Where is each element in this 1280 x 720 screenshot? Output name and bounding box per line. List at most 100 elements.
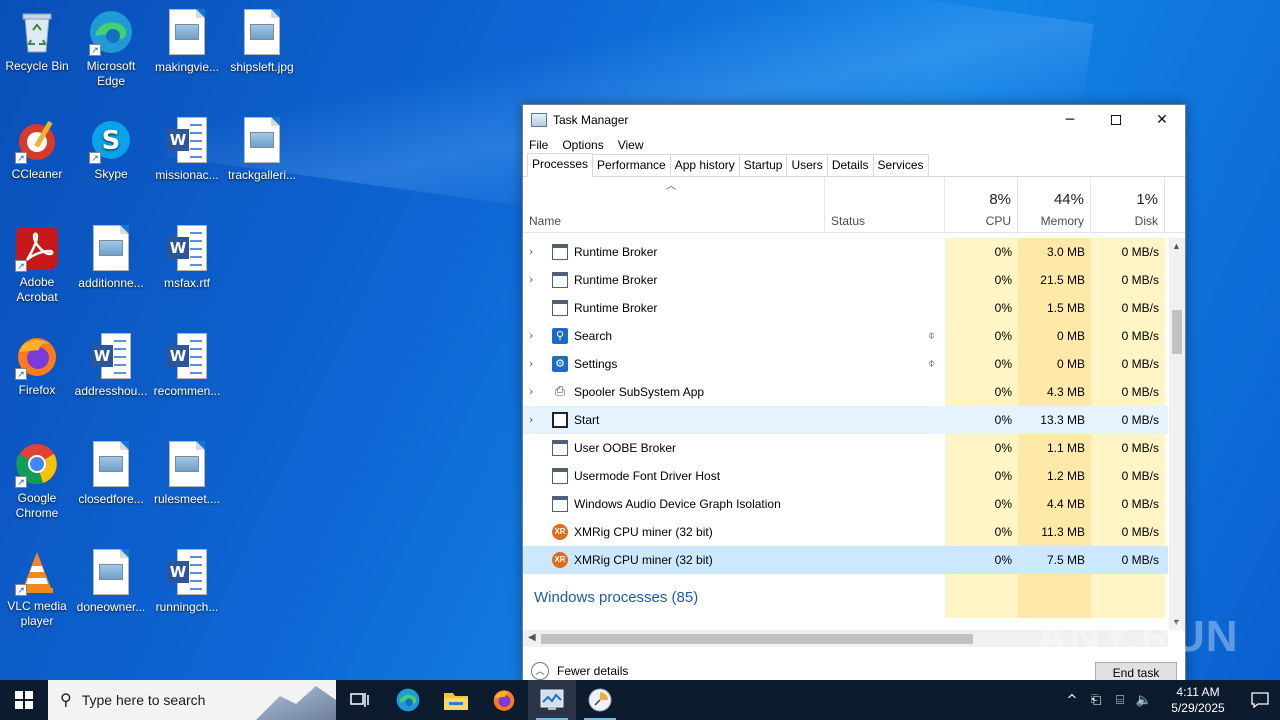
table-row[interactable]: User OOBE Broker 0% 1.1 MB 0 MB/s	[523, 434, 1168, 462]
taskbar-search[interactable]: ⚲ Type here to search	[48, 680, 336, 720]
desktop-icon-label: closedfore...	[78, 492, 144, 506]
expand-chevron-icon[interactable]: ›	[529, 413, 533, 426]
desktop-icon-file[interactable]: makingvie...	[150, 8, 224, 75]
desktop-icon-acrobat[interactable]: ↗ Adobe Acrobat	[0, 224, 74, 305]
task-manager-icon	[540, 689, 564, 710]
desktop-icon-recycle-bin[interactable]: Recycle Bin	[0, 8, 74, 74]
table-row[interactable]: › Runtime Broker 0% 3.0 MB 0 MB/s	[523, 238, 1168, 266]
desktop-icon-label: rulesmeet....	[153, 492, 221, 506]
memory-total: 44%	[1053, 191, 1084, 208]
title-bar[interactable]: Task Manager ─ ✕	[523, 105, 1185, 135]
notification-center-button[interactable]	[1240, 680, 1280, 720]
tab-app-history[interactable]: App history	[669, 154, 740, 176]
suspended-leaf-icon: ⌽	[928, 328, 936, 342]
desktop-icon-file[interactable]: trackgalleri...	[225, 116, 299, 183]
desktop-icon-file[interactable]: shipsleft.jpg	[225, 8, 299, 75]
column-name-label: Name	[529, 214, 562, 228]
column-status[interactable]: Status	[825, 177, 945, 233]
cpu-cell: 0%	[945, 406, 1018, 434]
desktop-icon-ccleaner[interactable]: ↗ CCleaner	[0, 116, 74, 182]
tab-startup[interactable]: Startup	[738, 154, 788, 176]
desktop-icon-word-doc[interactable]: W missionac...	[150, 116, 224, 183]
menu-view[interactable]: View	[618, 138, 644, 152]
task-view-button[interactable]	[336, 680, 384, 720]
memory-cell: 21.5 MB	[1018, 266, 1091, 294]
tab-processes[interactable]: Processes	[527, 153, 594, 177]
desktop-icon-firefox[interactable]: ↗ Firefox	[0, 332, 74, 398]
volume-icon[interactable]: 🔈	[1132, 693, 1156, 708]
desktop-icon-chrome[interactable]: ↗ Google Chrome	[0, 440, 74, 521]
xmrig-icon: XR	[552, 552, 568, 568]
taskbar-task-manager[interactable]	[528, 680, 576, 720]
tab-performance[interactable]: Performance	[592, 154, 671, 176]
start-button[interactable]	[0, 680, 48, 720]
desktop-icon-file[interactable]: doneowner...	[74, 548, 148, 615]
disk-total: 1%	[1136, 191, 1158, 208]
group-label: Windows processes (85)	[534, 589, 699, 606]
desktop-icon-vlc[interactable]: ↗ VLC media player	[0, 548, 74, 629]
table-row-selected[interactable]: XR XMRig CPU miner (32 bit) 0% 7.5 MB 0 …	[523, 546, 1168, 574]
desktop-icon-file[interactable]: rulesmeet....	[150, 440, 224, 507]
minimize-button[interactable]: ─	[1047, 105, 1093, 135]
column-disk[interactable]: 1% Disk	[1091, 177, 1165, 233]
tab-users[interactable]: Users	[786, 154, 828, 176]
process-name: Runtime Broker	[574, 273, 658, 287]
desktop-icon-word-doc[interactable]: W addresshou...	[74, 332, 148, 399]
table-row[interactable]: › ⚲ Search ⌽ 0% 0 MB 0 MB/s	[523, 322, 1168, 350]
menu-file[interactable]: File	[529, 138, 548, 152]
table-row[interactable]: Windows Audio Device Graph Isolation 0% …	[523, 490, 1168, 518]
table-row[interactable]: › Runtime Broker 0% 21.5 MB 0 MB/s	[523, 266, 1168, 294]
fewer-details-button[interactable]: ︿ Fewer details	[531, 662, 628, 680]
expand-chevron-icon[interactable]: ›	[529, 329, 533, 342]
column-disk-label: Disk	[1134, 214, 1158, 228]
table-row[interactable]: Runtime Broker 0% 1.5 MB 0 MB/s	[523, 294, 1168, 322]
cpu-cell: 0%	[945, 378, 1018, 406]
scroll-left-icon[interactable]: ◀	[528, 632, 536, 643]
scroll-thumb[interactable]	[541, 634, 973, 644]
desktop-icon-label: Recycle Bin	[5, 59, 69, 73]
app-window-icon	[552, 244, 568, 260]
taskbar-firefox[interactable]	[480, 680, 528, 720]
maximize-button[interactable]	[1093, 105, 1139, 135]
clock-app-icon	[588, 688, 612, 712]
image-file-icon	[87, 549, 135, 597]
clock[interactable]: 4:11 AM 5/29/2025	[1162, 684, 1234, 716]
desktop-icon-word-doc[interactable]: W recommen...	[150, 332, 224, 399]
desktop-icon-word-doc[interactable]: W runningch...	[150, 548, 224, 615]
desktop-icon-file[interactable]: closedfore...	[74, 440, 148, 507]
expand-chevron-icon[interactable]: ›	[529, 357, 533, 370]
desktop-icon-label: CCleaner	[11, 167, 63, 181]
desktop-icon-edge[interactable]: ↗ Microsoft Edge	[74, 8, 148, 89]
expand-chevron-icon[interactable]: ›	[529, 385, 533, 398]
taskbar-edge[interactable]	[384, 680, 432, 720]
tab-services[interactable]: Services	[872, 154, 929, 176]
scroll-up-icon[interactable]: ▲	[1172, 241, 1181, 251]
table-row[interactable]: Usermode Font Driver Host 0% 1.2 MB 0 MB…	[523, 462, 1168, 490]
task-manager-icon	[531, 113, 547, 127]
table-row[interactable]: › ⚙ Settings ⌽ 0% 0 MB 0 MB/s	[523, 350, 1168, 378]
table-row[interactable]: XR XMRig CPU miner (32 bit) 0% 11.3 MB 0…	[523, 518, 1168, 546]
scroll-thumb[interactable]	[1172, 310, 1182, 354]
memory-cell: 0 MB	[1018, 322, 1091, 350]
table-row[interactable]: › ⎙ Spooler SubSystem App 0% 4.3 MB 0 MB…	[523, 378, 1168, 406]
column-cpu[interactable]: 8% CPU	[945, 177, 1018, 233]
column-memory[interactable]: 44% Memory	[1018, 177, 1091, 233]
desktop-icon-skype[interactable]: S ↗ Skype	[74, 116, 148, 182]
tab-details[interactable]: Details	[826, 154, 874, 176]
device-icon[interactable]: ⎗	[1084, 693, 1108, 708]
printer-icon: ⎙	[554, 384, 566, 399]
desktop-icon-word-doc[interactable]: W msfax.rtf	[150, 224, 224, 291]
table-row[interactable]: › Start 0% 13.3 MB 0 MB/s	[523, 406, 1168, 434]
expand-chevron-icon[interactable]: ›	[529, 273, 533, 286]
desktop-icon-file[interactable]: additionne...	[74, 224, 148, 291]
network-icon[interactable]: ⌸	[1108, 693, 1132, 708]
column-name[interactable]: ︿ Name	[523, 177, 825, 233]
desktop-icon-label: Google Chrome	[15, 491, 59, 520]
close-button[interactable]: ✕	[1139, 105, 1185, 135]
taskbar-clock-app[interactable]	[576, 680, 624, 720]
expand-chevron-icon[interactable]: ›	[529, 245, 533, 258]
taskbar-file-explorer[interactable]	[432, 680, 480, 720]
menu-options[interactable]: Options	[562, 138, 603, 152]
chevron-up-icon[interactable]: ^	[1060, 693, 1084, 708]
vertical-scrollbar[interactable]: ▲ ▼	[1169, 238, 1185, 630]
